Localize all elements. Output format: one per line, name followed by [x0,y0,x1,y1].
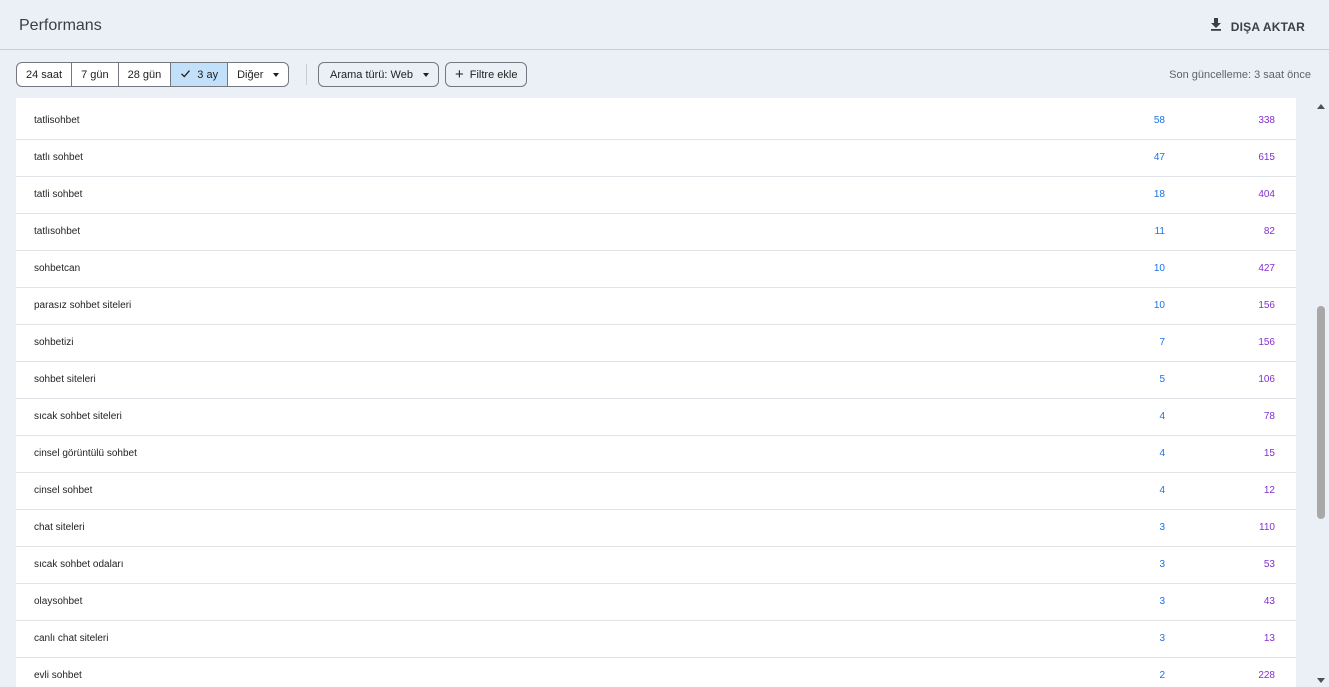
search-type-label: Arama türü: Web [330,68,413,81]
clicks-cell: 47 [1153,152,1165,163]
check-icon [180,68,197,82]
query-cell: sohbet siteleri [34,374,96,385]
impressions-cell: 106 [1258,374,1275,385]
query-cell: sıcak sohbet siteleri [34,411,122,422]
clicks-cell: 11 [1154,226,1165,237]
query-cell: evli sohbet [34,670,82,681]
table-row[interactable]: sıcak sohbet odaları 3 53 [16,547,1296,584]
table-row[interactable]: cinsel sohbet 4 12 [16,473,1296,510]
date-range-24h[interactable]: 24 saat [17,63,73,86]
query-cell: tatlısohbet [34,226,81,237]
query-cell: sohbetizi [34,337,74,348]
impressions-cell: 82 [1263,226,1275,237]
date-range-3m[interactable]: 3 ay [171,63,229,86]
add-filter-button[interactable]: + Filtre ekle [445,62,528,87]
impressions-cell: 13 [1263,633,1275,644]
clicks-cell: 3 [1159,633,1165,644]
table-row[interactable]: canlı chat siteleri 3 13 [16,621,1296,658]
impressions-cell: 12 [1263,485,1275,496]
date-range-label: 7 gün [81,68,109,81]
export-button[interactable]: DIŞA AKTAR [1209,17,1305,36]
impressions-cell: 404 [1258,189,1275,200]
date-range-28d[interactable]: 28 gün [119,63,172,86]
clicks-cell: 7 [1159,337,1165,348]
query-cell: olaysohbet [34,596,83,607]
more-label: Diğer [237,68,264,81]
query-cell: parasız sohbet siteleri [34,300,132,311]
filter-bar: 24 saat 7 gün 28 gün 3 ay Diğer Arama tü… [0,51,1329,98]
table-row[interactable]: tatli sohbet 18 404 [16,177,1296,214]
table-row[interactable]: parasız sohbet siteleri 10 156 [16,288,1296,325]
impressions-cell: 156 [1258,300,1275,311]
page-title: Performans [19,17,102,34]
table-row[interactable]: tatlı sohbet 47 615 [16,140,1296,177]
date-range-label: 24 saat [26,68,63,81]
table-row[interactable]: tatlisohbet 58 338 [16,103,1296,140]
clicks-cell: 4 [1159,411,1165,422]
scroll-down-arrow-icon[interactable] [1317,678,1325,683]
clicks-cell: 18 [1153,189,1165,200]
table-row[interactable]: sohbetcan 10 427 [16,251,1296,288]
page-header: Performans DIŞA AKTAR [0,0,1329,50]
scrollbar[interactable] [1313,98,1329,687]
query-cell: tatlisohbet [34,115,80,126]
table-row[interactable]: cinsel görüntülü sohbet 4 15 [16,436,1296,473]
impressions-cell: 156 [1258,337,1275,348]
clicks-cell: 4 [1159,485,1165,496]
clicks-cell: 3 [1159,559,1165,570]
add-filter-label: Filtre ekle [469,68,518,81]
query-cell: canlı chat siteleri [34,633,109,644]
query-cell: tatli sohbet [34,189,83,200]
query-cell: cinsel sohbet [34,485,93,496]
query-cell: sohbetcan [34,263,81,274]
query-cell: tatlı sohbet [34,152,83,163]
search-type-filter[interactable]: Arama türü: Web [318,62,439,87]
scroll-up-arrow-icon[interactable] [1317,104,1325,109]
impressions-cell: 110 [1259,522,1275,533]
clicks-cell: 2 [1159,670,1165,681]
query-cell: chat siteleri [34,522,85,533]
query-cell: sıcak sohbet odaları [34,559,124,570]
clicks-cell: 3 [1159,596,1165,607]
scroll-thumb[interactable] [1317,306,1325,519]
filter-divider [306,64,307,85]
date-range-label: 28 gün [127,68,162,81]
table-row[interactable]: sohbetizi 7 156 [16,325,1296,362]
impressions-cell: 338 [1258,115,1275,126]
caret-down-icon [273,72,280,77]
table-row[interactable]: tatlısohbet 11 82 [16,214,1296,251]
table-row[interactable]: evli sohbet 2 228 [16,658,1296,687]
clicks-cell: 10 [1153,263,1165,274]
last-updated-text: Son güncelleme: 3 saat önce [1169,69,1311,81]
caret-down-icon [422,72,429,77]
table-row[interactable]: chat siteleri 3 110 [16,510,1296,547]
plus-icon: + [455,66,464,83]
impressions-cell: 78 [1263,411,1275,422]
clicks-cell: 5 [1159,374,1165,385]
clicks-cell: 3 [1159,522,1165,533]
impressions-cell: 228 [1258,670,1275,681]
export-label: DIŞA AKTAR [1230,19,1305,34]
date-range-selector: 24 saat 7 gün 28 gün 3 ay Diğer [16,62,290,87]
query-cell: cinsel görüntülü sohbet [34,448,137,459]
table-row[interactable]: sıcak sohbet siteleri 4 78 [16,399,1296,436]
download-icon [1209,17,1223,36]
clicks-cell: 4 [1159,448,1165,459]
table-row[interactable]: sohbet siteleri 5 106 [16,362,1296,399]
impressions-cell: 53 [1263,559,1275,570]
impressions-cell: 15 [1263,448,1275,459]
clicks-cell: 10 [1153,300,1165,311]
table-row[interactable]: olaysohbet 3 43 [16,584,1296,621]
date-range-label: 3 ay [197,68,219,81]
date-range-7d[interactable]: 7 gün [72,63,119,86]
queries-table: tatlisohbet 58 338 tatlı sohbet 47 615 tatli s… [16,98,1296,687]
clicks-cell: 58 [1153,115,1165,126]
date-range-more-dropdown[interactable]: Diğer [228,63,288,86]
impressions-cell: 43 [1263,596,1275,607]
impressions-cell: 427 [1258,263,1275,274]
impressions-cell: 615 [1258,152,1275,163]
